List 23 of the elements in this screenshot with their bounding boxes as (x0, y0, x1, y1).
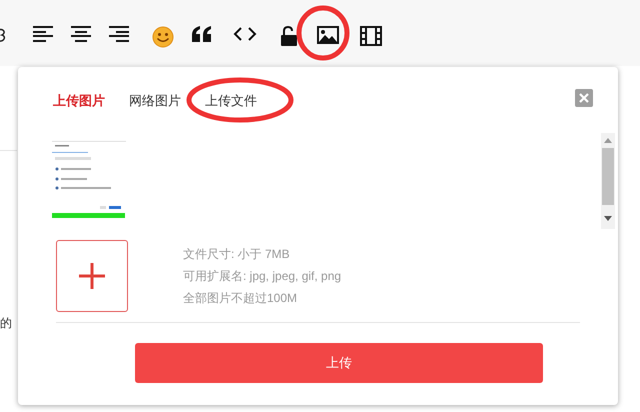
align-right-icon[interactable] (109, 26, 129, 42)
film-icon[interactable] (360, 26, 382, 46)
scroll-down-icon[interactable] (604, 216, 612, 221)
align-left-icon[interactable] (33, 26, 53, 42)
info-text: 全部图片不超过100M (183, 290, 298, 307)
background-text: 的 (0, 315, 13, 332)
image-icon[interactable] (317, 26, 339, 44)
quote-icon[interactable] (191, 26, 213, 42)
annotation-circle (296, 5, 350, 61)
tab[interactable]: 网络图片 (129, 91, 181, 110)
code-icon[interactable] (233, 26, 257, 42)
scrollbar[interactable] (601, 133, 615, 229)
tab[interactable]: 上传图片 (53, 91, 105, 110)
add-image-button[interactable] (56, 240, 128, 312)
align-center-icon[interactable] (71, 26, 91, 42)
close-button[interactable] (575, 89, 593, 107)
info-text: 可用扩展名: jpg, jpeg, gif, png (183, 268, 342, 285)
upload-button[interactable]: 上传 (135, 343, 543, 383)
smiley-icon[interactable] (152, 26, 174, 48)
padlock-icon[interactable] (281, 26, 297, 46)
plus-icon (79, 263, 105, 289)
info-text: 文件尺寸: 小于 7MB (183, 246, 291, 263)
close-icon (579, 93, 589, 103)
